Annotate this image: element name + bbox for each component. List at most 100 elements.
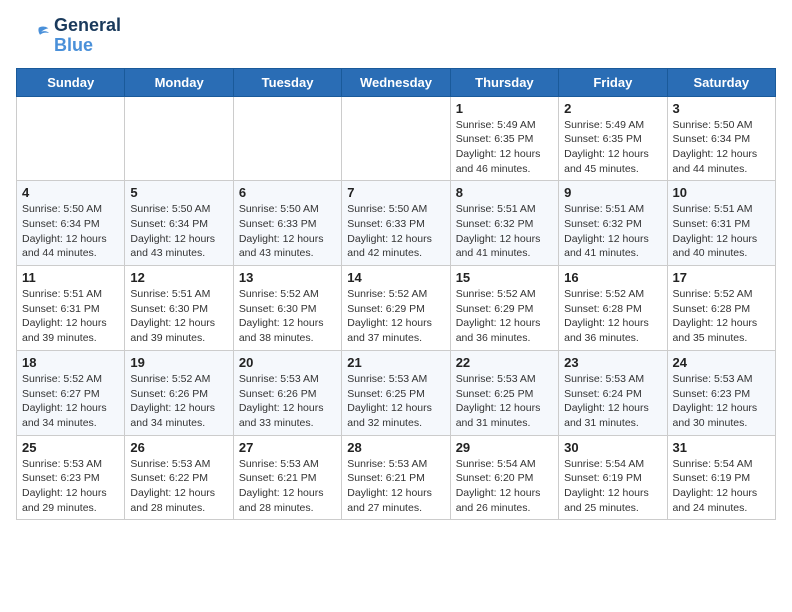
day-number: 26: [130, 440, 227, 455]
day-info: Sunrise: 5:50 AM Sunset: 6:34 PM Dayligh…: [22, 202, 119, 261]
day-number: 22: [456, 355, 553, 370]
day-number: 15: [456, 270, 553, 285]
day-info: Sunrise: 5:51 AM Sunset: 6:32 PM Dayligh…: [456, 202, 553, 261]
calendar-cell: 10 Sunrise: 5:51 AM Sunset: 6:31 PM Dayli…: [667, 181, 775, 266]
day-info: Sunrise: 5:50 AM Sunset: 6:33 PM Dayligh…: [347, 202, 444, 261]
day-info: Sunrise: 5:54 AM Sunset: 6:20 PM Dayligh…: [456, 457, 553, 516]
day-number: 23: [564, 355, 661, 370]
page-header: General Blue: [16, 16, 776, 56]
day-info: Sunrise: 5:51 AM Sunset: 6:31 PM Dayligh…: [673, 202, 770, 261]
day-header-sunday: Sunday: [17, 68, 125, 96]
day-number: 17: [673, 270, 770, 285]
calendar-cell: 3Sunrise: 5:50 AM Sunset: 6:34 PM Daylig…: [667, 96, 775, 181]
day-number: 19: [130, 355, 227, 370]
day-info: Sunrise: 5:52 AM Sunset: 6:29 PM Dayligh…: [456, 287, 553, 346]
day-number: 29: [456, 440, 553, 455]
calendar-cell: 25 Sunrise: 5:53 AM Sunset: 6:23 PM Dayli…: [17, 435, 125, 520]
day-headers-row: SundayMondayTuesdayWednesdayThursdayFrid…: [17, 68, 776, 96]
calendar-cell: 19 Sunrise: 5:52 AM Sunset: 6:26 PM Dayli…: [125, 350, 233, 435]
calendar-cell: 14Sunrise: 5:52 AM Sunset: 6:29 PM Dayli…: [342, 266, 450, 351]
day-number: 8: [456, 185, 553, 200]
calendar-cell: 20 Sunrise: 5:53 AM Sunset: 6:26 PM Dayli…: [233, 350, 341, 435]
day-number: 24: [673, 355, 770, 370]
day-number: 2: [564, 101, 661, 116]
day-number: 31: [673, 440, 770, 455]
calendar-cell: 12 Sunrise: 5:51 AM Sunset: 6:30 PM Dayli…: [125, 266, 233, 351]
logo: General Blue: [16, 16, 121, 56]
calendar-cell: [233, 96, 341, 181]
calendar-cell: 26 Sunrise: 5:53 AM Sunset: 6:22 PM Dayli…: [125, 435, 233, 520]
calendar-cell: [342, 96, 450, 181]
calendar-table: SundayMondayTuesdayWednesdayThursdayFrid…: [16, 68, 776, 521]
day-info: Sunrise: 5:53 AM Sunset: 6:21 PM Dayligh…: [239, 457, 336, 516]
calendar-cell: 6Sunrise: 5:50 AM Sunset: 6:33 PM Daylig…: [233, 181, 341, 266]
calendar-week-4: 18Sunrise: 5:52 AM Sunset: 6:27 PM Dayli…: [17, 350, 776, 435]
calendar-cell: 18Sunrise: 5:52 AM Sunset: 6:27 PM Dayli…: [17, 350, 125, 435]
day-info: Sunrise: 5:53 AM Sunset: 6:25 PM Dayligh…: [456, 372, 553, 431]
calendar-cell: 31 Sunrise: 5:54 AM Sunset: 6:19 PM Dayli…: [667, 435, 775, 520]
day-info: Sunrise: 5:54 AM Sunset: 6:19 PM Dayligh…: [673, 457, 770, 516]
logo: General Blue: [16, 16, 121, 56]
calendar-cell: 4Sunrise: 5:50 AM Sunset: 6:34 PM Daylig…: [17, 181, 125, 266]
calendar-cell: 2 Sunrise: 5:49 AM Sunset: 6:35 PM Daylig…: [559, 96, 667, 181]
calendar-cell: 9Sunrise: 5:51 AM Sunset: 6:32 PM Daylig…: [559, 181, 667, 266]
day-header-tuesday: Tuesday: [233, 68, 341, 96]
calendar-cell: 23 Sunrise: 5:53 AM Sunset: 6:24 PM Dayli…: [559, 350, 667, 435]
calendar-cell: 24Sunrise: 5:53 AM Sunset: 6:23 PM Dayli…: [667, 350, 775, 435]
day-number: 25: [22, 440, 119, 455]
day-header-wednesday: Wednesday: [342, 68, 450, 96]
day-info: Sunrise: 5:49 AM Sunset: 6:35 PM Dayligh…: [564, 118, 661, 177]
day-header-friday: Friday: [559, 68, 667, 96]
calendar-cell: 17Sunrise: 5:52 AM Sunset: 6:28 PM Dayli…: [667, 266, 775, 351]
calendar-cell: 27 Sunrise: 5:53 AM Sunset: 6:21 PM Dayli…: [233, 435, 341, 520]
day-number: 11: [22, 270, 119, 285]
calendar-week-3: 11 Sunrise: 5:51 AM Sunset: 6:31 PM Dayli…: [17, 266, 776, 351]
calendar-cell: 21 Sunrise: 5:53 AM Sunset: 6:25 PM Dayli…: [342, 350, 450, 435]
day-info: Sunrise: 5:52 AM Sunset: 6:26 PM Dayligh…: [130, 372, 227, 431]
day-number: 20: [239, 355, 336, 370]
calendar-cell: 28 Sunrise: 5:53 AM Sunset: 6:21 PM Dayli…: [342, 435, 450, 520]
calendar-cell: 5Sunrise: 5:50 AM Sunset: 6:34 PM Daylig…: [125, 181, 233, 266]
calendar-cell: 7Sunrise: 5:50 AM Sunset: 6:33 PM Daylig…: [342, 181, 450, 266]
calendar-cell: 22 Sunrise: 5:53 AM Sunset: 6:25 PM Dayli…: [450, 350, 558, 435]
day-number: 6: [239, 185, 336, 200]
day-number: 16: [564, 270, 661, 285]
calendar-week-1: 1 Sunrise: 5:49 AM Sunset: 6:35 PM Daylig…: [17, 96, 776, 181]
day-info: Sunrise: 5:53 AM Sunset: 6:23 PM Dayligh…: [22, 457, 119, 516]
day-number: 12: [130, 270, 227, 285]
day-info: Sunrise: 5:53 AM Sunset: 6:22 PM Dayligh…: [130, 457, 227, 516]
day-number: 27: [239, 440, 336, 455]
calendar-cell: 15 Sunrise: 5:52 AM Sunset: 6:29 PM Dayli…: [450, 266, 558, 351]
day-info: Sunrise: 5:51 AM Sunset: 6:31 PM Dayligh…: [22, 287, 119, 346]
day-info: Sunrise: 5:54 AM Sunset: 6:19 PM Dayligh…: [564, 457, 661, 516]
day-number: 30: [564, 440, 661, 455]
day-number: 21: [347, 355, 444, 370]
day-number: 3: [673, 101, 770, 116]
day-info: Sunrise: 5:53 AM Sunset: 6:24 PM Dayligh…: [564, 372, 661, 431]
calendar-cell: 11 Sunrise: 5:51 AM Sunset: 6:31 PM Dayli…: [17, 266, 125, 351]
day-info: Sunrise: 5:51 AM Sunset: 6:30 PM Dayligh…: [130, 287, 227, 346]
logo-bird-icon: [16, 18, 52, 54]
day-info: Sunrise: 5:53 AM Sunset: 6:25 PM Dayligh…: [347, 372, 444, 431]
logo-blue: Blue: [54, 35, 93, 55]
calendar-cell: 16 Sunrise: 5:52 AM Sunset: 6:28 PM Dayli…: [559, 266, 667, 351]
day-number: 28: [347, 440, 444, 455]
calendar-cell: [125, 96, 233, 181]
day-number: 5: [130, 185, 227, 200]
calendar-cell: 8 Sunrise: 5:51 AM Sunset: 6:32 PM Daylig…: [450, 181, 558, 266]
day-number: 10: [673, 185, 770, 200]
day-info: Sunrise: 5:53 AM Sunset: 6:26 PM Dayligh…: [239, 372, 336, 431]
day-number: 9: [564, 185, 661, 200]
day-info: Sunrise: 5:52 AM Sunset: 6:30 PM Dayligh…: [239, 287, 336, 346]
day-info: Sunrise: 5:52 AM Sunset: 6:29 PM Dayligh…: [347, 287, 444, 346]
day-header-monday: Monday: [125, 68, 233, 96]
day-info: Sunrise: 5:53 AM Sunset: 6:21 PM Dayligh…: [347, 457, 444, 516]
calendar-week-2: 4Sunrise: 5:50 AM Sunset: 6:34 PM Daylig…: [17, 181, 776, 266]
day-header-thursday: Thursday: [450, 68, 558, 96]
calendar-week-5: 25 Sunrise: 5:53 AM Sunset: 6:23 PM Dayli…: [17, 435, 776, 520]
day-info: Sunrise: 5:52 AM Sunset: 6:28 PM Dayligh…: [564, 287, 661, 346]
day-number: 1: [456, 101, 553, 116]
calendar-cell: [17, 96, 125, 181]
calendar-cell: 13Sunrise: 5:52 AM Sunset: 6:30 PM Dayli…: [233, 266, 341, 351]
calendar-cell: 30 Sunrise: 5:54 AM Sunset: 6:19 PM Dayli…: [559, 435, 667, 520]
